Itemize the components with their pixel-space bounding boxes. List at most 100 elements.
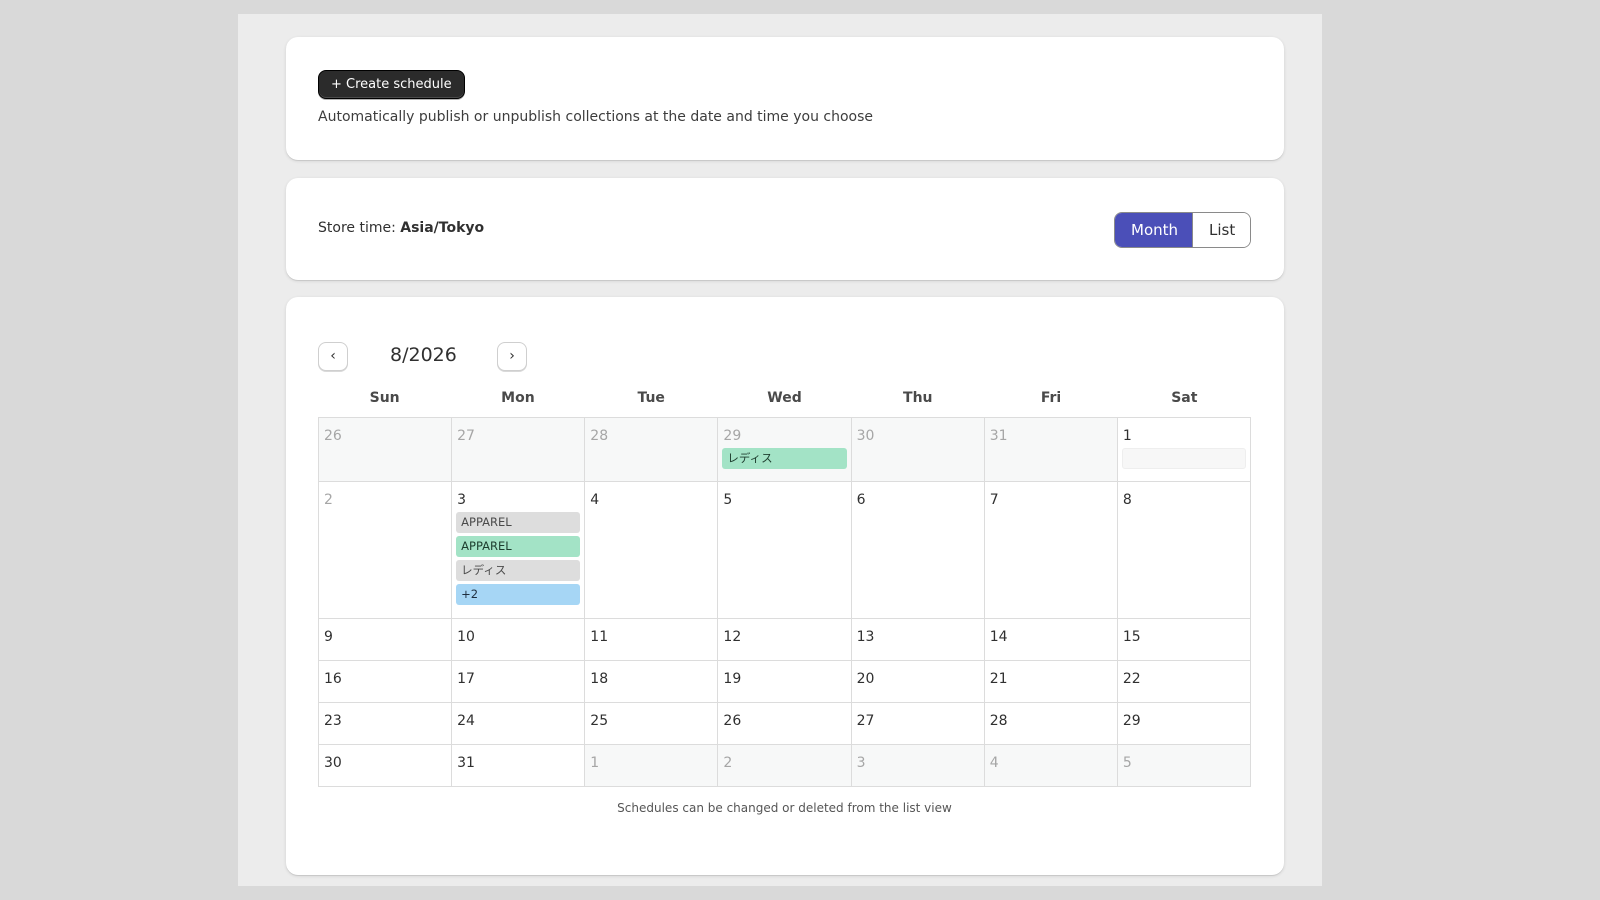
calendar-day-cell[interactable]: 22 (1117, 661, 1251, 703)
calendar-day-cell[interactable]: 15 (1117, 619, 1251, 661)
calendar-day-cell[interactable]: 1 (1117, 418, 1251, 482)
month-view-button[interactable]: Month (1115, 213, 1192, 247)
day-number: 29 (723, 428, 742, 444)
calendar-day-cell[interactable]: 7 (984, 482, 1118, 619)
weekday-label: Wed (767, 390, 802, 406)
day-number: 5 (723, 492, 733, 508)
calendar-day-cell[interactable]: 27 (851, 703, 985, 745)
day-number: 1 (590, 755, 600, 771)
calendar-day-cell[interactable]: 16 (319, 661, 453, 703)
calendar-day-cell[interactable]: 23 (319, 703, 453, 745)
store-time-label: Store time: (318, 220, 401, 236)
next-month-button[interactable]: › (497, 342, 527, 371)
calendar-day-cell[interactable]: 6 (851, 482, 985, 619)
day-number: 27 (457, 428, 475, 444)
calendar-day-cell[interactable]: 13 (851, 619, 985, 661)
weekday-label: Mon (501, 390, 535, 406)
day-number: 31 (457, 755, 475, 771)
calendar-week-row: 9 10 11 12 13 14 15 (319, 619, 1251, 661)
calendar-day-cell[interactable]: 9 (319, 619, 453, 661)
calendar-day-cell[interactable]: 8 (1117, 482, 1251, 619)
calendar-day-cell[interactable]: 18 (585, 661, 719, 703)
calendar-day-cell[interactable]: 25 (585, 703, 719, 745)
day-number: 18 (590, 671, 609, 687)
day-number: 21 (989, 671, 1008, 687)
schedule-event[interactable]: APPAREL (456, 512, 581, 533)
calendar-day-cell[interactable]: 27 (452, 418, 586, 482)
calendar-day-cell[interactable]: 20 (851, 661, 985, 703)
day-number: 5 (1122, 755, 1132, 771)
calendar-day-cell[interactable]: 3 APPAREL APPAREL レディス +2 (452, 482, 586, 619)
create-schedule-button[interactable]: + Create schedule (318, 70, 465, 99)
day-number: 28 (989, 713, 1008, 729)
calendar-day-cell[interactable]: 29 レディス (718, 418, 852, 482)
calendar-day-cell[interactable]: 14 (984, 619, 1118, 661)
calendar-day-cell[interactable]: 26 (718, 703, 852, 745)
schedule-event[interactable]: レディス (722, 448, 847, 469)
calendar-day-cell[interactable]: 26 (319, 418, 453, 482)
calendar-day-cell[interactable]: 30 (851, 418, 985, 482)
calendar-grid: 26 27 28 29 レディス 30 31 1 2 3 APPAREL APPAREL レディス +2 4… (318, 417, 1251, 787)
day-number: 20 (856, 671, 875, 687)
schedule-event[interactable] (1121, 448, 1246, 469)
calendar-day-cell[interactable]: 30 (319, 745, 453, 787)
calendar-day-cell[interactable]: 3 (851, 745, 985, 787)
calendar-day-cell[interactable]: 2 (718, 745, 852, 787)
calendar-day-cell[interactable]: 31 (984, 418, 1118, 482)
day-number: 17 (457, 671, 475, 687)
schedule-event[interactable]: APPAREL (456, 536, 581, 557)
more-events-button[interactable]: +2 (456, 584, 581, 605)
day-number: 12 (723, 629, 742, 645)
day-number: 1 (1122, 428, 1132, 444)
schedule-event[interactable]: レディス (456, 560, 581, 581)
weekday-header: Sun Mon Tue Wed Thu Fri Sat (318, 390, 1251, 406)
day-number: 11 (590, 629, 609, 645)
day-number: 6 (856, 492, 866, 508)
calendar-day-cell[interactable]: 28 (984, 703, 1118, 745)
calendar-day-cell[interactable]: 21 (984, 661, 1118, 703)
calendar-week-row: 23 24 25 26 27 28 29 (319, 703, 1251, 745)
calendar-day-cell[interactable]: 10 (452, 619, 586, 661)
day-number: 2 (723, 755, 733, 771)
day-number: 4 (989, 755, 999, 771)
day-number: 26 (723, 713, 742, 729)
page-container: + Create schedule Automatically publish … (238, 14, 1322, 886)
list-view-button[interactable]: List (1192, 213, 1250, 247)
day-number: 2 (324, 492, 333, 508)
month-label: 8/2026 (390, 344, 457, 366)
day-number: 30 (324, 755, 342, 771)
calendar-day-cell[interactable]: 2 (319, 482, 453, 619)
calendar-day-cell[interactable]: 5 (1117, 745, 1251, 787)
calendar-footer-note: Schedules can be changed or deleted from… (617, 801, 952, 815)
day-number: 26 (324, 428, 342, 444)
calendar-day-cell[interactable]: 5 (718, 482, 852, 619)
calendar-day-cell[interactable]: 24 (452, 703, 586, 745)
day-number: 19 (723, 671, 742, 687)
store-timezone: Asia/Tokyo (400, 220, 485, 236)
view-toggle: Month List (1114, 212, 1251, 248)
calendar-day-cell[interactable]: 29 (1117, 703, 1251, 745)
day-number: 27 (856, 713, 875, 729)
day-number: 23 (324, 713, 342, 729)
calendar-day-cell[interactable]: 4 (984, 745, 1118, 787)
calendar-day-cell[interactable]: 31 (452, 745, 586, 787)
calendar-day-cell[interactable]: 17 (452, 661, 586, 703)
calendar-day-cell[interactable]: 19 (718, 661, 852, 703)
calendar-day-cell[interactable]: 12 (718, 619, 852, 661)
day-number: 15 (1122, 629, 1141, 645)
calendar-day-cell[interactable]: 4 (585, 482, 719, 619)
day-number: 14 (989, 629, 1008, 645)
calendar-day-cell[interactable]: 1 (585, 745, 719, 787)
calendar-day-cell[interactable]: 11 (585, 619, 719, 661)
prev-month-button[interactable]: ‹ (318, 342, 348, 371)
store-time: Store time: Asia/Tokyo (318, 220, 484, 236)
day-number: 31 (989, 428, 1008, 444)
calendar-card: ‹ 8/2026 › Sun Mon Tue Wed Thu Fri Sat 26 27 28 2… (286, 297, 1284, 875)
day-number: 25 (590, 713, 609, 729)
schedule-description: Automatically publish or unpublish colle… (318, 109, 874, 125)
calendar-day-cell[interactable]: 28 (585, 418, 719, 482)
day-number: 24 (457, 713, 475, 729)
day-number: 16 (324, 671, 342, 687)
day-number: 22 (1122, 671, 1141, 687)
weekday-label: Sat (1171, 390, 1198, 406)
